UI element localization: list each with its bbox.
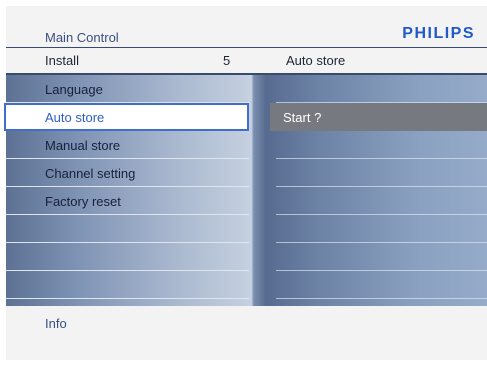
submenu-item-empty <box>270 215 487 243</box>
install-menu-list: Language Auto store Manual store Channel… <box>4 75 249 299</box>
menu-item-manual-store[interactable]: Manual store <box>6 131 249 159</box>
main-control-title: Main Control <box>45 30 119 45</box>
menu-item-label: Auto store <box>45 110 105 125</box>
menu-item-label: Manual store <box>45 138 121 153</box>
menu-item-auto-store[interactable]: Auto store <box>4 103 249 131</box>
menu-item-label: Channel setting <box>45 166 136 181</box>
submenu-item-empty <box>270 271 487 299</box>
menu-header: Main Control PHILIPS <box>6 25 487 45</box>
menu-item-empty <box>6 243 249 271</box>
submenu-item-empty <box>270 187 487 215</box>
menu-item-label: Factory reset <box>45 194 121 209</box>
auto-store-submenu: Start ? <box>270 75 487 299</box>
submenu-item-empty <box>270 243 487 271</box>
menu-item-empty <box>6 271 249 299</box>
menu-item-factory-reset[interactable]: Factory reset <box>6 187 249 215</box>
menu-item-empty <box>6 215 249 243</box>
submenu-item-empty <box>270 131 487 159</box>
breadcrumb: Install 5 Auto store <box>6 48 487 72</box>
submenu-item-empty <box>270 75 487 103</box>
info-label: Info <box>45 316 67 331</box>
submenu-item-empty <box>270 159 487 187</box>
breadcrumb-auto-store: Auto store <box>286 53 346 68</box>
philips-logo: PHILIPS <box>402 25 475 42</box>
menu-item-channel-setting[interactable]: Channel setting <box>6 159 249 187</box>
menu-item-count: 5 <box>223 53 231 68</box>
breadcrumb-install: Install <box>45 53 79 68</box>
menu-item-language[interactable]: Language <box>6 75 249 103</box>
submenu-item-label: Start ? <box>283 110 322 125</box>
submenu-item-start[interactable]: Start ? <box>270 103 487 131</box>
menu-item-label: Language <box>45 82 103 97</box>
